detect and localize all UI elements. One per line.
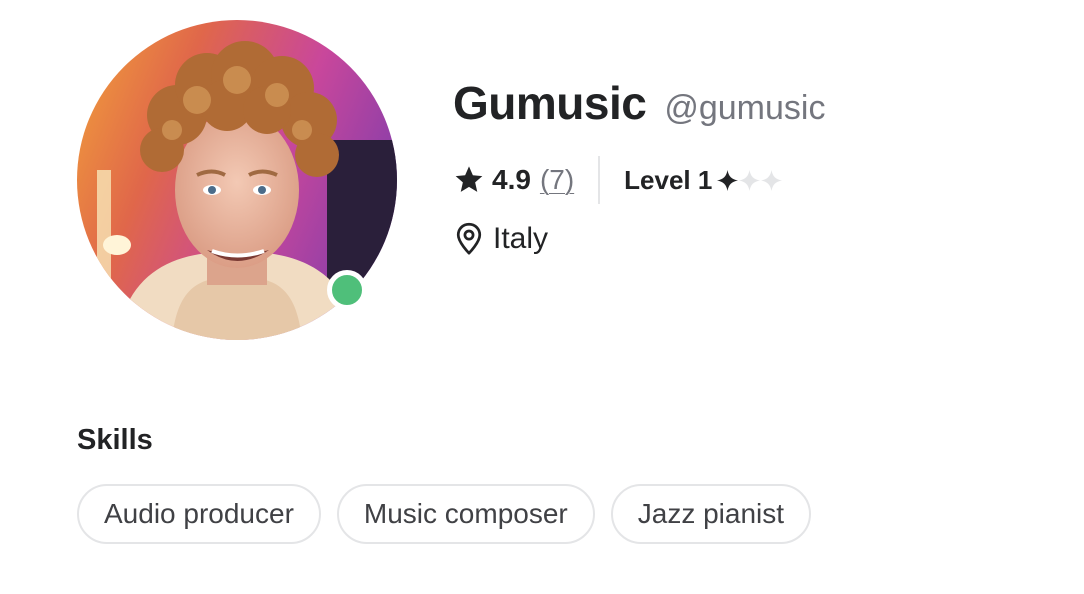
skill-tag[interactable]: Jazz pianist	[610, 484, 812, 544]
diamond-icon	[739, 169, 761, 191]
review-count-link[interactable]: (7)	[540, 164, 574, 196]
profile-header: Gumusic @gumusic	[453, 76, 825, 130]
star-icon	[455, 166, 483, 192]
username: @gumusic	[664, 89, 826, 127]
location-pin-icon	[456, 222, 482, 255]
location-text: Italy	[493, 222, 549, 255]
skill-tag[interactable]: Audio producer	[77, 484, 321, 544]
location-row: Italy	[455, 222, 548, 256]
online-status-indicator	[327, 270, 367, 310]
display-name: Gumusic	[453, 77, 647, 129]
avatar-container[interactable]	[77, 20, 397, 340]
skills-list: Audio producer Music composer Jazz piani…	[77, 484, 812, 544]
level-diamonds	[717, 169, 783, 191]
diamond-icon	[761, 169, 783, 191]
diamond-icon	[717, 169, 739, 191]
skill-tag[interactable]: Music composer	[336, 484, 595, 544]
rating-value: 4.9	[492, 164, 531, 195]
skills-heading: Skills	[77, 424, 153, 456]
seller-level: Level 1	[624, 164, 713, 195]
divider	[598, 156, 601, 204]
rating-level-row: 4.9 (7) Level 1	[453, 156, 783, 204]
